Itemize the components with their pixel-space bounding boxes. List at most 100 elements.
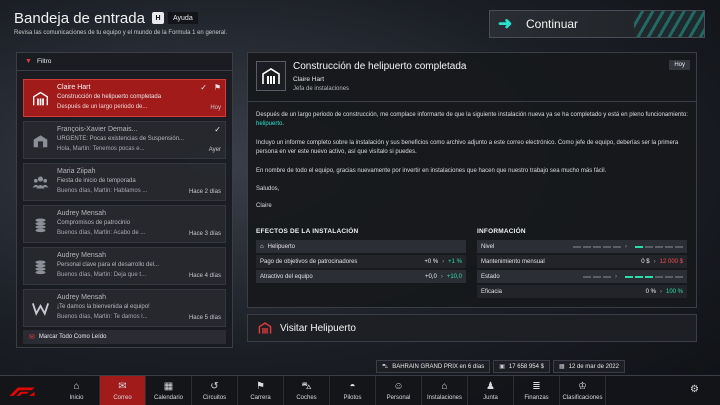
efficiency-from: 0 % xyxy=(645,288,656,295)
williams-logo-icon xyxy=(30,298,50,318)
read-check-icon: ✓ xyxy=(214,125,221,134)
message-subject: Compromisos de patrocinio xyxy=(57,220,131,226)
nav-item-label: Clasificaciones xyxy=(562,395,603,401)
level-segment xyxy=(635,245,643,248)
status-bar: ⛍ BAHRAIN GRAND PRIX en 6 días ▣ 17 658 95… xyxy=(376,360,625,373)
budget-text: 17 658 954 $ xyxy=(508,363,544,370)
message-item[interactable]: Audrey Mensah Personal clave para el des… xyxy=(23,247,226,285)
date-status[interactable]: ▦ 12 de mar de 2022 xyxy=(552,360,625,373)
sender-role: Jefa de instalaciones xyxy=(293,86,350,92)
message-item[interactable]: Audrey Mensah Compromisos de patrocinio … xyxy=(23,205,226,243)
level-bars-new xyxy=(635,245,683,248)
nav-item-personal[interactable]: ☺ Personal xyxy=(376,376,422,405)
message-item[interactable]: Audrey Mensah ¡Te damos la bienvenida al… xyxy=(23,289,226,327)
effect-from: +0,0 xyxy=(424,273,437,280)
nav-item-circuitos[interactable]: ↺ Circuitos xyxy=(192,376,238,405)
coins-icon xyxy=(30,214,50,234)
level-segment xyxy=(665,245,673,248)
effect-from: +0 % xyxy=(424,258,439,265)
message-preview: Hola, Martin: Tenemos pocas e... xyxy=(57,146,145,152)
nav-item-pilotos[interactable]: ◓ Pilotos xyxy=(330,376,376,405)
flag-icon[interactable]: ⚑ xyxy=(214,83,221,92)
filter-button[interactable]: ▼ Filtro xyxy=(17,53,232,71)
car-icon: ⛍ xyxy=(301,381,312,392)
message-subject: URGENTE: Pocas existencias de Suspensión… xyxy=(57,136,185,142)
envelope-icon: ✉ xyxy=(29,334,35,341)
nav-item-instalaciones[interactable]: ⌂ Instalaciones xyxy=(422,376,468,405)
message-preview: Después de un largo periodo de... xyxy=(57,104,148,110)
message-body-paragraph: Claire xyxy=(256,203,272,209)
nav-item-inicio[interactable]: ⌂ Inicio xyxy=(54,376,100,405)
nav-item-junta[interactable]: ♟ Junta xyxy=(468,376,514,405)
mark-all-read-button[interactable]: ✉ Marcar Todo Como Leído xyxy=(23,330,226,344)
facility-link[interactable]: helipuerto xyxy=(256,121,282,127)
message-list-panel: ▼ Filtro Claire Hart Construcción de hel… xyxy=(16,52,233,348)
message-date-badge: Hoy xyxy=(669,60,690,70)
message-title: Construcción de helipuerto completada xyxy=(293,61,467,72)
level-segment xyxy=(573,245,581,248)
message-item[interactable]: Maria Ziipah Fiesta de inicio de tempora… xyxy=(23,163,226,201)
divider xyxy=(248,101,696,102)
nav-item-clasificaciones[interactable]: ♔ Clasificaciones xyxy=(560,376,606,405)
continue-button[interactable]: ➜ Continuar xyxy=(489,10,705,38)
race-flag-icon: ⚑ xyxy=(256,381,265,392)
message-sender: Audrey Mensah xyxy=(57,294,107,301)
nav-item-coches[interactable]: ⛍ Coches xyxy=(284,376,330,405)
help-key-badge[interactable]: H xyxy=(152,12,164,24)
level-bars-current xyxy=(573,245,621,248)
message-date: Ayer xyxy=(208,147,221,153)
effect-label: Pago de objetivos de patrocinadores xyxy=(260,258,358,265)
nav-item-label: Calendario xyxy=(153,395,184,401)
next-race-status[interactable]: ⛍ BAHRAIN GRAND PRIX en 6 días xyxy=(376,360,491,373)
message-body-paragraph: Saludos, xyxy=(256,186,280,192)
message-preview: Buenos días, Martin: Deja que t... xyxy=(57,272,147,278)
visit-facility-button[interactable]: Visitar Helipuerto xyxy=(247,314,697,342)
chevron-right-icon: › xyxy=(625,243,627,250)
arrow-right-icon: ➜ xyxy=(498,14,513,33)
message-body-paragraph: Incluyo un informe completo sobre la ins… xyxy=(256,140,679,155)
building-icon xyxy=(258,322,272,334)
maintenance-row: Mantenimiento mensual 0 $ › 12 000 $ xyxy=(477,255,687,268)
message-item[interactable]: Claire Hart Construcción de helipuerto c… xyxy=(23,79,226,117)
effect-row: Pago de objetivos de patrocinadores +0 %… xyxy=(256,255,466,268)
nav-item-finanzas[interactable]: ≣ Finanzas xyxy=(514,376,560,405)
state-segment xyxy=(655,275,663,278)
body-text: Después de un largo periodo de construcc… xyxy=(256,112,688,118)
filter-label: Filtro xyxy=(36,58,52,65)
page-title: Bandeja de entrada xyxy=(14,10,145,27)
level-segment xyxy=(593,245,601,248)
bottom-nav: ⌂ Inicio ✉ Correo ▦ Calendario ↺ Circuitos ⚑ Carr… xyxy=(0,375,720,405)
message-item[interactable]: François-Xavier Demais... URGENTE: Pocas… xyxy=(23,121,226,159)
factory-icon xyxy=(30,130,50,150)
effects-heading: EFECTOS DE LA INSTALACIÓN xyxy=(256,228,359,235)
message-sender: François-Xavier Demais... xyxy=(57,126,138,133)
settings-gear-icon[interactable]: ⚙ xyxy=(690,384,699,395)
message-date: Hace 3 días xyxy=(188,231,221,237)
calendar-icon: ▦ xyxy=(163,381,174,392)
chevron-right-icon: › xyxy=(653,258,656,265)
nav-item-correo[interactable]: ✉ Correo xyxy=(100,376,146,405)
effect-row: Atractivo del equipo +0,0 › +10,0 xyxy=(256,270,466,283)
state-segment xyxy=(665,275,673,278)
state-segment xyxy=(583,275,591,278)
message-subject: Personal clave para el desarrollo del... xyxy=(57,262,160,268)
help-button[interactable]: Ayuda xyxy=(168,12,198,24)
message-date: Hace 4 días xyxy=(188,273,221,279)
circuit-icon: ↺ xyxy=(210,381,219,392)
message-sender: Maria Ziipah xyxy=(57,168,96,175)
maintenance-label: Mantenimiento mensual xyxy=(481,258,545,265)
chevron-right-icon: › xyxy=(659,288,662,295)
nav-item-calendario[interactable]: ▦ Calendario xyxy=(146,376,192,405)
building-icon: ⌂ xyxy=(441,381,448,392)
car-icon: ⛍ xyxy=(382,363,389,370)
message-sender: Audrey Mensah xyxy=(57,252,107,259)
facility-name: Helipuerto xyxy=(267,243,295,250)
message-date: Hace 2 días xyxy=(188,189,221,195)
state-segment xyxy=(675,275,683,278)
nav-item-carrera[interactable]: ⚑ Carrera xyxy=(238,376,284,405)
budget-status[interactable]: ▣ 17 658 954 $ xyxy=(493,360,550,373)
level-segment xyxy=(675,245,683,248)
decorative-stripes xyxy=(634,11,704,37)
state-label: Estado xyxy=(481,273,500,280)
effect-label: Atractivo del equipo xyxy=(260,273,313,280)
